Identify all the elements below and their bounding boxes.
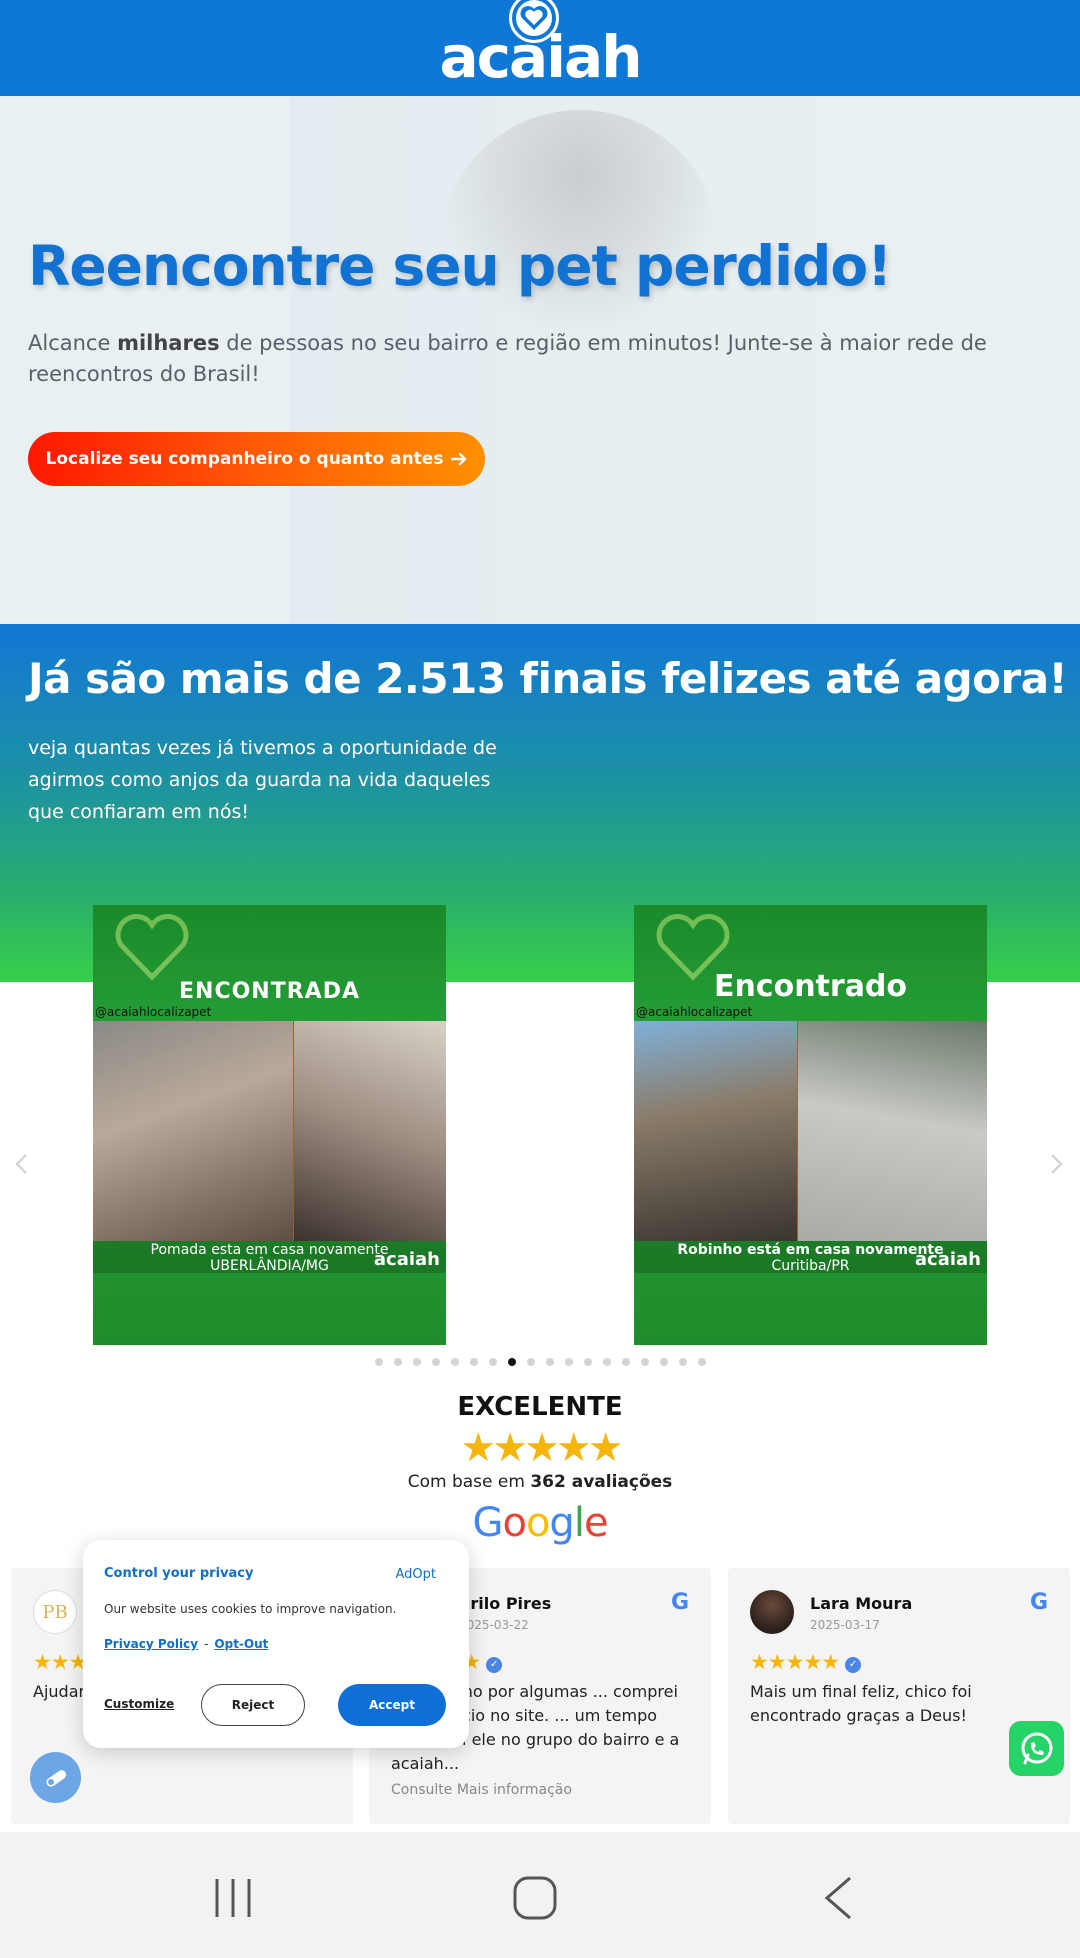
home-button[interactable] bbox=[505, 1874, 565, 1922]
customize-button[interactable]: Customize bbox=[104, 1697, 174, 1711]
hero-title: Reencontre seu pet perdido! bbox=[28, 234, 892, 298]
carousel-dot[interactable] bbox=[583, 1358, 592, 1366]
carousel-dot[interactable] bbox=[545, 1358, 554, 1366]
chevron-right-icon bbox=[1051, 1154, 1063, 1174]
carousel-slide[interactable]: Encontrado @acaiahlocalizapet Robinho es… bbox=[634, 905, 987, 1345]
google-g-icon: G bbox=[1029, 1590, 1048, 1615]
link-separator: - bbox=[204, 1637, 209, 1651]
locate-pet-button-label: Localize seu companheiro o quanto antes bbox=[45, 449, 444, 469]
arrow-right-icon bbox=[451, 452, 467, 466]
rating-stars: ★★★★★ bbox=[460, 1426, 623, 1470]
home-icon bbox=[513, 1876, 557, 1920]
slide-photo-left bbox=[93, 1021, 293, 1241]
carousel-prev-button[interactable] bbox=[14, 1152, 28, 1182]
slide-photo-right bbox=[294, 1021, 446, 1241]
cookie-text: Our website uses cookies to improve navi… bbox=[104, 1602, 397, 1616]
site-header: acaiah bbox=[0, 0, 1080, 96]
cookie-shield-icon bbox=[45, 1769, 66, 1787]
review-text: Mais um final feliz, chico foi encontrad… bbox=[750, 1682, 972, 1725]
slide-brand: acaiah bbox=[914, 1249, 981, 1270]
carousel-dot[interactable] bbox=[450, 1358, 459, 1366]
verified-icon: ✓ bbox=[486, 1657, 503, 1673]
slide-handle: @acaiahlocalizapet bbox=[636, 1005, 753, 1019]
recent-apps-icon bbox=[215, 1879, 251, 1917]
rating-label: EXCELENTE bbox=[457, 1392, 623, 1422]
slide-title: Encontrado bbox=[713, 969, 908, 1004]
slide-brand: acaiah bbox=[373, 1249, 440, 1270]
reject-button[interactable]: Reject bbox=[201, 1684, 305, 1726]
review-card[interactable]: Lara Moura 2025-03-17 G ★★★★★ ✓ Mais um f… bbox=[728, 1568, 1070, 1824]
cookie-consent-dialog: Control your privacy AdOpt Our website u… bbox=[83, 1540, 469, 1748]
carousel-dot[interactable] bbox=[469, 1358, 478, 1366]
locate-pet-button[interactable]: Localize seu companheiro o quanto antes bbox=[28, 432, 485, 486]
avatar: PB bbox=[33, 1590, 77, 1634]
slide-title: ENCONTRADA bbox=[179, 979, 360, 1004]
carousel-dot[interactable] bbox=[564, 1358, 573, 1366]
accept-button[interactable]: Accept bbox=[338, 1684, 446, 1726]
read-more-link[interactable]: Consulte Mais informação bbox=[391, 1782, 572, 1798]
slide-photo-right bbox=[798, 1021, 987, 1241]
privacy-settings-button[interactable] bbox=[30, 1752, 81, 1803]
rating-count: Com base em 362 avaliações bbox=[407, 1472, 673, 1492]
verified-icon: ✓ bbox=[845, 1657, 862, 1673]
carousel-pagination bbox=[0, 1358, 1080, 1366]
heart-outline-icon bbox=[115, 914, 189, 981]
carousel-dot[interactable] bbox=[697, 1358, 706, 1366]
google-g-icon: G bbox=[670, 1590, 689, 1615]
carousel-dot[interactable] bbox=[507, 1358, 516, 1366]
carousel-dot[interactable] bbox=[640, 1358, 649, 1366]
back-icon bbox=[824, 1876, 851, 1920]
carousel-dot[interactable] bbox=[602, 1358, 611, 1366]
carousel-next-button[interactable] bbox=[1050, 1152, 1064, 1182]
heart-pin-icon bbox=[511, 0, 556, 40]
carousel-dot[interactable] bbox=[393, 1358, 402, 1366]
carousel-slide[interactable]: ENCONTRADA @acaiahlocalizapet Pomada est… bbox=[93, 905, 446, 1345]
cookie-links: Privacy Policy - Opt-Out bbox=[104, 1637, 268, 1651]
review-date: 2025-03-22 bbox=[459, 1618, 529, 1632]
avatar bbox=[750, 1590, 794, 1634]
carousel-dot[interactable] bbox=[526, 1358, 535, 1366]
adopt-logo[interactable]: AdOpt bbox=[396, 1567, 437, 1582]
back-button[interactable] bbox=[808, 1874, 868, 1922]
carousel-dot[interactable] bbox=[659, 1358, 668, 1366]
slide-handle: @acaiahlocalizapet bbox=[95, 1005, 212, 1019]
carousel-dot[interactable] bbox=[678, 1358, 687, 1366]
carousel-dot[interactable] bbox=[488, 1358, 497, 1366]
acaiah-logo[interactable]: acaiah bbox=[440, 0, 642, 86]
chevron-left-icon bbox=[15, 1154, 27, 1174]
review-stars: ★★★★★✓ bbox=[750, 1650, 862, 1675]
happy-endings-subtitle: veja quantas vezes já tivemos a oportuni… bbox=[28, 737, 497, 823]
happy-endings-title: Já são mais de 2.513 finais felizes até … bbox=[28, 654, 1068, 703]
slide-photo-left bbox=[634, 1021, 797, 1241]
hero-subtitle: Alcance milhares de pessoas no seu bairr… bbox=[28, 331, 987, 386]
recent-apps-button[interactable] bbox=[203, 1874, 263, 1922]
carousel-dot[interactable] bbox=[431, 1358, 440, 1366]
opt-out-link[interactable]: Opt-Out bbox=[214, 1637, 268, 1651]
system-navigation-bar bbox=[0, 1832, 1080, 1958]
review-date: 2025-03-17 bbox=[810, 1618, 880, 1632]
carousel-dot[interactable] bbox=[374, 1358, 383, 1366]
carousel-dot[interactable] bbox=[621, 1358, 630, 1366]
whatsapp-button[interactable] bbox=[1009, 1721, 1064, 1776]
privacy-policy-link[interactable]: Privacy Policy bbox=[104, 1637, 198, 1651]
whatsapp-icon bbox=[1021, 1732, 1052, 1764]
carousel-dot[interactable] bbox=[412, 1358, 421, 1366]
reviewer-name: Lara Moura bbox=[810, 1594, 913, 1613]
reviewer-name: urilo Pires bbox=[459, 1594, 552, 1613]
cookie-title: Control your privacy bbox=[104, 1566, 254, 1581]
hero-section: Reencontre seu pet perdido! Alcance milh… bbox=[0, 96, 1080, 624]
